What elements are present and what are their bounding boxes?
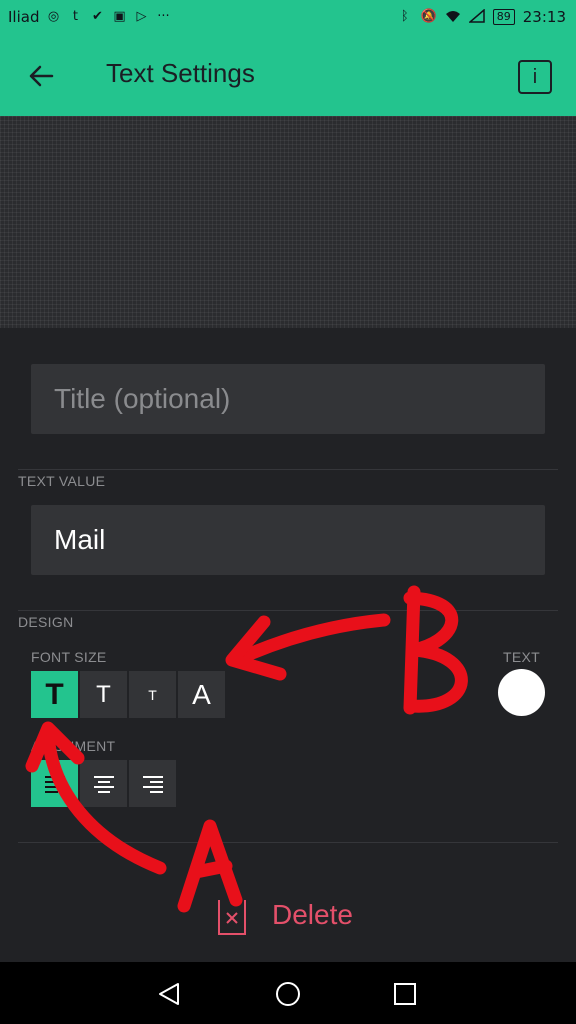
bluetooth-icon: ᛒ <box>400 9 409 24</box>
info-icon: i <box>532 66 538 88</box>
font-size-small-button[interactable]: T <box>129 671 176 718</box>
wifi-icon <box>445 9 461 25</box>
design-label: DESIGN <box>18 614 74 630</box>
font-size-option-label: T <box>148 686 157 703</box>
info-button[interactable]: i <box>518 60 552 94</box>
settings-panel: Title (optional) TEXT VALUE Mail DESIGN … <box>0 328 576 962</box>
text-color-label: TEXT <box>503 649 540 665</box>
nav-recents-button[interactable] <box>387 976 423 1012</box>
tumblr-icon: t <box>72 9 79 24</box>
system-nav-bar <box>0 962 576 1024</box>
divider <box>18 610 558 611</box>
align-center-button[interactable] <box>80 760 127 807</box>
triangle-back-icon <box>159 983 179 1005</box>
delete-label: Delete <box>272 899 353 930</box>
align-right-button[interactable] <box>129 760 176 807</box>
back-button[interactable] <box>22 56 62 96</box>
arrow-left-icon <box>29 65 54 87</box>
instagram-icon: ◎ <box>47 9 60 24</box>
title-input[interactable]: Title (optional) <box>31 364 545 434</box>
nav-home-button[interactable] <box>270 976 306 1012</box>
delete-button[interactable]: Delete <box>216 894 353 936</box>
status-right: ᛒ 🔕 89 23:13 <box>397 8 566 26</box>
font-size-option-label: T <box>45 677 64 711</box>
divider <box>18 469 558 470</box>
font-size-selector: T T T A <box>31 671 225 718</box>
clock: 23:13 <box>522 8 566 26</box>
align-left-icon <box>44 775 65 793</box>
photo-icon: ▣ <box>113 9 126 24</box>
align-center-icon <box>93 775 114 793</box>
font-size-auto-button[interactable]: A <box>178 671 225 718</box>
alignment-label: ALIGNMENT <box>31 738 116 754</box>
battery-indicator: 89 <box>492 9 515 25</box>
widget-preview-canvas <box>0 116 576 328</box>
circle-home-icon <box>276 982 300 1006</box>
page-title: Text Settings <box>106 58 255 88</box>
status-bar: Iliad ◎ t ✔ ▣ ▷ ··· ᛒ 🔕 89 23:13 <box>0 0 576 36</box>
align-left-button[interactable] <box>31 760 78 807</box>
divider <box>18 842 558 843</box>
signal-icon <box>467 8 485 25</box>
status-left: Iliad ◎ t ✔ ▣ ▷ ··· <box>8 8 171 26</box>
text-value-input[interactable]: Mail <box>31 505 545 575</box>
trash-icon <box>218 900 246 935</box>
app-bar: Text Settings i <box>0 36 576 116</box>
mute-icon: 🔕 <box>420 9 437 24</box>
nav-back-button[interactable] <box>152 976 188 1012</box>
tag-icon: ✔ <box>92 9 103 24</box>
square-recents-icon <box>394 983 416 1005</box>
font-size-option-label: A <box>192 678 211 710</box>
play-icon: ▷ <box>136 9 147 24</box>
more-icon: ··· <box>157 9 170 24</box>
font-size-label: FONT SIZE <box>31 649 107 665</box>
font-size-large-button[interactable]: T <box>80 671 127 718</box>
font-size-option-label: T <box>96 680 111 708</box>
alignment-selector <box>31 760 176 807</box>
align-right-icon <box>142 775 163 793</box>
text-value-label: TEXT VALUE <box>18 473 106 489</box>
text-color-swatch[interactable] <box>498 669 545 716</box>
font-size-largest-button[interactable]: T <box>31 671 78 718</box>
carrier-name: Iliad <box>8 8 40 26</box>
